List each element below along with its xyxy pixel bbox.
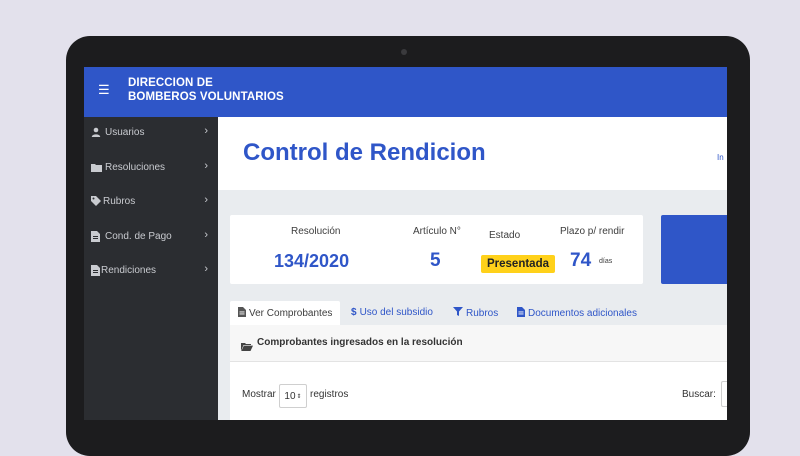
plazo-value: 74 bbox=[570, 250, 592, 271]
chevron-right-icon: › bbox=[204, 125, 208, 137]
articulo-value: 5 bbox=[430, 250, 441, 271]
brand-line-2: BOMBEROS VOLUNTARIOS bbox=[128, 91, 284, 103]
comprobantes-panel: Comprobantes ingresados en la resolución… bbox=[230, 325, 727, 420]
app-screen: ☰ DIRECCION DE BOMBEROS VOLUNTARIOS Usua… bbox=[84, 67, 727, 420]
plazo-unit: días bbox=[599, 258, 613, 265]
tag-icon bbox=[91, 196, 103, 206]
sidebar-item-label: Cond. de Pago bbox=[105, 230, 172, 242]
user-icon bbox=[91, 127, 105, 137]
sidebar-item-usuarios[interactable]: Usuarios › bbox=[84, 121, 218, 143]
tab-label: Ver Comprobantes bbox=[249, 308, 333, 319]
tab-documentos-adicionales[interactable]: Documentos adicionales bbox=[517, 307, 637, 320]
chevron-right-icon: › bbox=[204, 229, 208, 241]
folder-icon bbox=[91, 163, 105, 172]
sidebar-item-label: Resoluciones bbox=[105, 161, 166, 173]
header-link[interactable]: In bbox=[717, 153, 724, 162]
webcam bbox=[401, 49, 407, 55]
page-header: Control de Rendicion In bbox=[218, 117, 727, 190]
top-navbar: ☰ DIRECCION DE BOMBEROS VOLUNTARIOS bbox=[84, 67, 727, 117]
articulo-label: Artículo N° bbox=[413, 226, 461, 237]
resolucion-value: 134/2020 bbox=[274, 251, 350, 271]
chevron-right-icon: › bbox=[204, 263, 208, 275]
show-label: Mostrar bbox=[242, 389, 276, 400]
tab-rubros[interactable]: Rubros bbox=[453, 307, 498, 319]
panel-header: Comprobantes ingresados en la resolución bbox=[230, 325, 727, 362]
plazo-label: Plazo p/ rendir bbox=[560, 226, 625, 237]
page-title: Control de Rendicion bbox=[243, 139, 486, 166]
select-arrows-icon: ⇕ bbox=[296, 393, 302, 400]
search-input[interactable] bbox=[721, 381, 727, 407]
hamburger-icon[interactable]: ☰ bbox=[98, 83, 110, 97]
tab-label: Uso del subsidio bbox=[359, 307, 433, 318]
tab-label: Rubros bbox=[466, 307, 499, 319]
brand-line-1: DIRECCION DE bbox=[128, 77, 213, 89]
estado-status-badge: Presentada bbox=[481, 255, 556, 273]
dollar-icon: $ bbox=[351, 307, 357, 318]
estado-label: Estado bbox=[489, 230, 521, 241]
tab-ver-comprobantes[interactable]: Ver Comprobantes bbox=[238, 307, 332, 320]
records-label: registros bbox=[310, 389, 349, 400]
sidebar: Usuarios › Resoluciones › Rubros › Cond.… bbox=[84, 117, 218, 420]
folder-open-icon bbox=[241, 338, 253, 356]
resolucion-label: Resolución bbox=[291, 226, 341, 237]
sidebar-item-resoluciones[interactable]: Resoluciones › bbox=[84, 156, 218, 178]
file-icon bbox=[91, 264, 101, 276]
main-content: Control de Rendicion In Resolución 134/2… bbox=[218, 117, 727, 420]
file-icon bbox=[238, 307, 246, 320]
filter-icon bbox=[453, 307, 463, 319]
search-label: Buscar: bbox=[682, 389, 716, 400]
document-icon bbox=[517, 307, 525, 320]
tab-label: Documentos adicionales bbox=[528, 308, 637, 319]
sidebar-item-label: Rendiciones bbox=[101, 264, 157, 276]
sidebar-item-label: Rubros bbox=[103, 195, 136, 207]
page-length-select[interactable]: 10 ⇕ bbox=[279, 384, 307, 408]
sidebar-item-cond-de-pago[interactable]: Cond. de Pago › bbox=[84, 225, 218, 247]
sidebar-item-label: Usuarios bbox=[105, 126, 145, 138]
panel-title: Comprobantes ingresados en la resolución bbox=[257, 337, 463, 348]
chevron-right-icon: › bbox=[204, 160, 208, 172]
file-icon bbox=[91, 230, 105, 242]
page-length-value: 10 bbox=[284, 390, 296, 402]
blue-summary-card bbox=[661, 215, 727, 284]
sidebar-item-rendiciones[interactable]: Rendiciones › bbox=[84, 259, 218, 281]
tab-uso-del-subsidio[interactable]: $ Uso del subsidio bbox=[351, 307, 433, 318]
sidebar-item-rubros[interactable]: Rubros › bbox=[84, 190, 218, 212]
brand-title[interactable]: DIRECCION DE BOMBEROS VOLUNTARIOS bbox=[128, 76, 284, 104]
chevron-right-icon: › bbox=[204, 194, 208, 206]
